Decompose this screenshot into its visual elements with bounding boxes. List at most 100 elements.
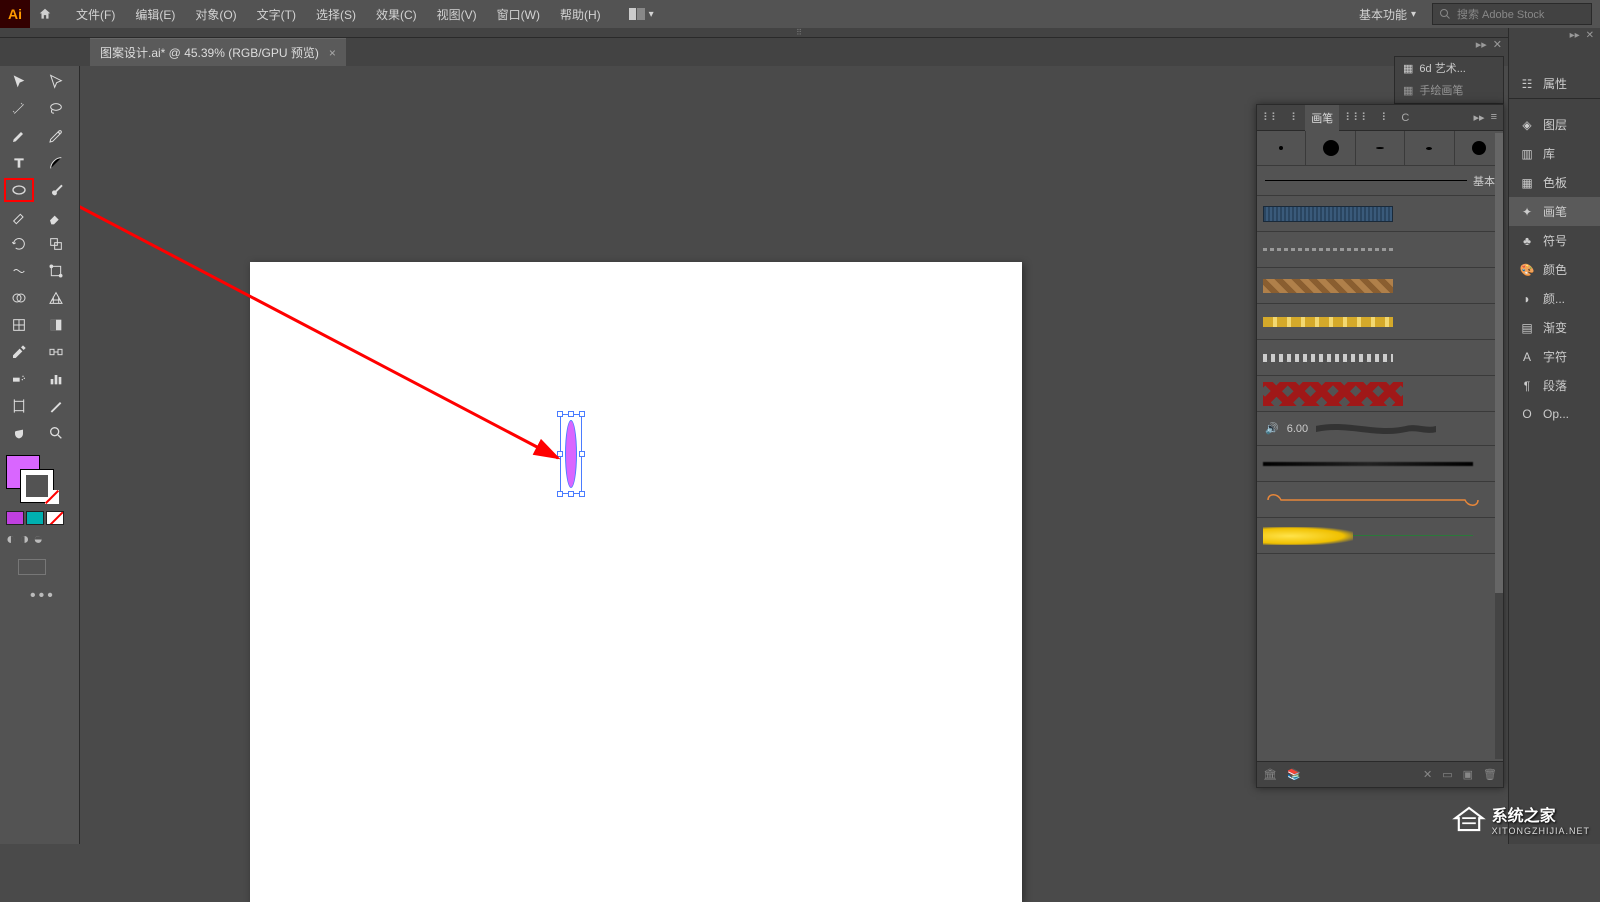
panel-paragraph[interactable]: ¶段落 [1509,371,1600,400]
app-logo[interactable]: Ai [0,0,30,28]
menu-window[interactable]: 窗口(W) [489,2,548,27]
scale-tool[interactable] [41,232,71,256]
remove-stroke-icon[interactable]: ✕ [1423,768,1432,781]
menu-select[interactable]: 选择(S) [308,2,364,27]
home-icon[interactable] [30,7,60,21]
magic-wand-tool[interactable] [4,97,34,121]
delete-brush-icon[interactable]: 🗑 [1483,768,1497,781]
brush-preview-dots[interactable] [1257,340,1503,376]
lasso-tool[interactable] [41,97,71,121]
document-tab[interactable]: 图案设计.ai* @ 45.39% (RGB/GPU 预览) × [90,38,346,66]
selection-tool[interactable] [4,70,34,94]
panel-expand-icon[interactable]: ▸▸ [1474,111,1485,124]
direct-selection-tool[interactable] [41,70,71,94]
zoom-tool[interactable] [41,421,71,445]
panel-symbols[interactable]: ♣符号 [1509,226,1600,255]
selected-ellipse-object[interactable] [560,414,582,494]
fill-stroke-indicator[interactable] [6,455,66,507]
brushes-library-icon[interactable]: 🏛 [1263,768,1277,781]
panel-tab-dim-1[interactable]: ⠇⠇ [1257,106,1285,129]
brush-preview-gold[interactable] [1257,304,1503,340]
brush-preview-cross[interactable] [1257,376,1503,412]
draw-behind-icon[interactable]: ◑ [20,531,30,549]
panel-swatches[interactable]: ▦色板 [1509,168,1600,197]
edit-toolbar-button[interactable]: ••• [30,587,79,605]
column-graph-tool[interactable] [41,367,71,391]
mesh-tool[interactable] [4,313,34,337]
panel-tab-dim-5[interactable]: C [1395,107,1415,129]
menu-help[interactable]: 帮助(H) [552,2,609,27]
brush-preset[interactable] [1257,131,1306,165]
brush-preview-chain1[interactable] [1257,232,1503,268]
close-icon[interactable]: ✕ [1493,38,1502,51]
collapse-icon[interactable]: ▸▸ [1476,38,1487,51]
brush-preview-ribbon[interactable] [1257,482,1503,518]
panel-tab-dim-2[interactable]: ⠇ [1285,106,1305,129]
control-bar-grip[interactable]: ⠿ [0,28,1600,38]
library-item-2[interactable]: ▦ 手绘画笔 [1395,79,1503,101]
eyedropper-tool[interactable] [4,340,34,364]
panel-tab-dim-3[interactable]: ⠇⠇⠇ [1339,106,1375,129]
gradient-swatch[interactable] [26,511,44,525]
panel-libraries[interactable]: ▥库 [1509,139,1600,168]
draw-normal-icon[interactable]: ◐ [6,531,16,549]
brush-preset[interactable] [1356,131,1405,165]
library-item-1[interactable]: ▦ 6d 艺术... [1395,57,1503,79]
tab-close-icon[interactable]: × [329,46,336,60]
shape-builder-tool[interactable] [4,286,34,310]
curvature-tool[interactable] [41,124,71,148]
brushes-library-menu-icon[interactable]: 📚 [1287,768,1301,781]
screen-mode-button[interactable] [18,559,46,575]
brush-preview-paint[interactable] [1257,518,1503,554]
stroke-weight-value[interactable]: 6.00 [1287,423,1308,435]
brush-preset[interactable] [1306,131,1355,165]
workspace-switcher[interactable]: 基本功能 ▾ [1351,2,1424,27]
perspective-grid-tool[interactable] [41,286,71,310]
none-swatch[interactable] [46,511,64,525]
brush-options-icon[interactable]: ▭ [1442,768,1452,781]
line-segment-tool[interactable] [41,151,71,175]
stroke-swatch[interactable] [20,469,54,503]
dock-close-icon[interactable]: ✕ [1586,30,1594,41]
free-transform-tool[interactable] [41,259,71,283]
menu-edit[interactable]: 编辑(E) [127,2,183,27]
canvas-area[interactable] [80,66,1100,844]
ellipse-tool[interactable] [4,178,34,202]
speaker-icon[interactable]: 🔊 [1265,422,1279,435]
panel-properties[interactable]: ☷属性 [1509,69,1600,98]
menu-effect[interactable]: 效果(C) [368,2,425,27]
panel-character[interactable]: A字符 [1509,342,1600,371]
type-tool[interactable] [4,151,34,175]
blend-tool[interactable] [41,340,71,364]
brushes-scrollbar[interactable] [1495,133,1503,759]
pen-tool[interactable] [4,124,34,148]
hand-tool[interactable] [4,421,34,445]
panel-layers[interactable]: ◈图层 [1509,110,1600,139]
eraser-tool[interactable] [41,205,71,229]
search-input[interactable]: 搜索 Adobe Stock [1432,3,1592,25]
gradient-tool[interactable] [41,313,71,337]
panel-brushes[interactable]: ✦画笔 [1509,197,1600,226]
last-color-swatch[interactable] [6,511,24,525]
basic-brush-row[interactable]: 基本 [1257,166,1503,196]
slice-tool[interactable] [41,394,71,418]
brush-preview-rope[interactable] [1257,268,1503,304]
menu-file[interactable]: 文件(F) [68,2,123,27]
shaper-tool[interactable] [4,205,34,229]
artboard-tool[interactable] [4,394,34,418]
menu-object[interactable]: 对象(O) [187,2,244,27]
width-tool[interactable] [4,259,34,283]
symbol-sprayer-tool[interactable] [4,367,34,391]
new-brush-icon[interactable]: ▣ [1463,768,1473,781]
dock-collapse-icon[interactable]: ▸▸ [1570,30,1580,41]
panel-tab-brushes[interactable]: 画笔 [1305,105,1339,131]
paintbrush-tool[interactable] [41,178,71,202]
brush-preview-charcoal[interactable] [1257,446,1503,482]
layout-toggle[interactable]: ▾ [625,4,658,24]
draw-inside-icon[interactable]: ◒ [33,531,43,549]
menu-view[interactable]: 视图(V) [429,2,485,27]
panel-color[interactable]: 🎨颜色 [1509,255,1600,284]
artboard[interactable] [250,262,1022,902]
panel-opentype[interactable]: OOp... [1509,400,1600,428]
brush-preset[interactable] [1405,131,1454,165]
